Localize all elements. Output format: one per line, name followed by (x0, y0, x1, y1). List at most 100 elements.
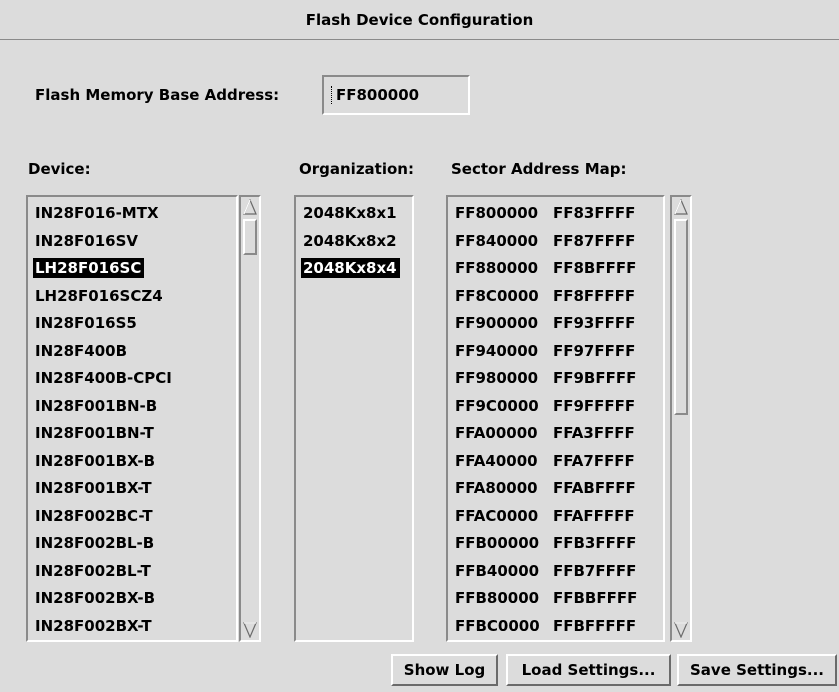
sector-end-address: FFABFFFF (553, 479, 636, 497)
sector-start-address: FF880000 (455, 259, 539, 277)
sector-end-address: FFBFFFFF (553, 616, 637, 635)
sector-end-address: FF93FFFF (553, 314, 636, 332)
list-item-label: 2048Kx8x4 (301, 258, 400, 278)
list-item[interactable]: 2048Kx8x1 (296, 200, 412, 228)
list-item[interactable]: 2048Kx8x2 (296, 228, 412, 256)
list-item[interactable]: FF900000 FF93FFFF (448, 310, 663, 338)
list-item[interactable]: IN28F002BL-T (28, 558, 236, 586)
list-item[interactable]: LH28F016SC (28, 255, 236, 283)
list-item[interactable]: IN28F016-MTX (28, 200, 236, 228)
device-label: Device: (28, 160, 91, 178)
sector-end-address: FF9FFFFF (553, 396, 636, 415)
scroll-up-arrow-icon[interactable] (674, 199, 688, 215)
sector-end-address: FFAFFFFF (553, 506, 635, 525)
base-address-label: Flash Memory Base Address: (35, 86, 280, 104)
list-item[interactable]: IN28F016SV (28, 228, 236, 256)
sector-end-address: FF87FFFF (553, 231, 636, 250)
list-item[interactable]: FF8C0000 FF8FFFFF (448, 283, 663, 311)
save-settings-button[interactable]: Save Settings... (677, 654, 837, 686)
list-item[interactable]: LH28F016SCZ4 (28, 283, 236, 311)
list-item[interactable]: IN28F001BX-B (28, 448, 236, 476)
list-item[interactable]: 2048Kx8x4 (296, 255, 412, 283)
list-item[interactable]: FF880000 FF8BFFFF (448, 255, 663, 283)
scroll-down-arrow-icon[interactable] (243, 622, 257, 638)
device-scroll-thumb[interactable] (243, 219, 257, 255)
list-item[interactable]: FF840000 FF87FFFF (448, 228, 663, 256)
list-item[interactable]: FF980000 FF9BFFFF (448, 365, 663, 393)
list-item[interactable]: IN28F001BX-T (28, 475, 236, 503)
device-list[interactable]: IN28F016-MTX IN28F016SV LH28F016SC LH28F016… (26, 195, 238, 642)
sector-end-address: FFB3FFFF (553, 534, 637, 552)
list-item-label: IN28F001BX-B (35, 451, 155, 470)
base-address-field[interactable]: FF800000 (322, 75, 470, 115)
device-list-scrollbar[interactable] (239, 195, 261, 642)
sector-end-address: FF97FFFF (553, 341, 636, 360)
scroll-down-arrow-icon[interactable] (674, 622, 688, 638)
sector-start-address: FFA80000 (455, 479, 538, 497)
sector-end-address: FFB7FFFF (553, 561, 637, 580)
sector-start-address: FF8C0000 (455, 286, 539, 305)
sector-end-address: FF83FFFF (553, 204, 636, 222)
list-item[interactable]: IN28F001BN-T (28, 420, 236, 448)
list-item[interactable]: FF940000 FF97FFFF (448, 338, 663, 366)
list-item-label: IN28F001BN-B (35, 396, 158, 415)
list-item-label: IN28F002BX-T (35, 616, 152, 635)
scroll-up-arrow-icon[interactable] (243, 199, 257, 215)
show-log-button[interactable]: Show Log (391, 654, 498, 686)
list-item[interactable]: FFB00000 FFB3FFFF (448, 530, 663, 558)
list-item[interactable]: FFA00000 FFA3FFFF (448, 420, 663, 448)
list-item[interactable]: FFB80000 FFBBFFFF (448, 585, 663, 613)
list-item[interactable]: IN28F002BC-T (28, 503, 236, 531)
sector-map-list[interactable]: FF800000 FF83FFFF FF840000 FF87FFFF FF880000… (446, 195, 665, 642)
list-item[interactable]: FFB40000 FFB7FFFF (448, 558, 663, 586)
sector-end-address: FFBBFFFF (553, 589, 638, 607)
sector-end-address: FFA7FFFF (553, 451, 635, 470)
sector-start-address: FF840000 (455, 231, 539, 250)
list-item-label: 2048Kx8x2 (303, 231, 397, 250)
sector-start-address: FF980000 (455, 369, 539, 387)
sector-start-address: FF900000 (455, 314, 539, 332)
list-item-label: IN28F002BL-T (35, 561, 151, 580)
sector-end-address: FF9BFFFF (553, 369, 637, 387)
list-item-label: IN28F002BC-T (35, 506, 153, 525)
load-settings-button[interactable]: Load Settings... (506, 654, 671, 686)
window-title: Flash Device Configuration (305, 10, 534, 29)
list-item[interactable]: IN28F002BL-B (28, 530, 236, 558)
list-item-label: IN28F002BX-B (35, 589, 155, 607)
list-item-label: IN28F400B-CPCI (35, 369, 172, 387)
list-item[interactable]: FFA80000 FFABFFFF (448, 475, 663, 503)
sector-scroll-thumb[interactable] (674, 219, 688, 415)
list-item[interactable]: IN28F002BX-T (28, 613, 236, 641)
list-item[interactable]: FFA40000 FFA7FFFF (448, 448, 663, 476)
sector-start-address: FFAC0000 (455, 506, 539, 525)
list-item[interactable]: FFBC0000 FFBFFFFF (448, 613, 663, 641)
list-item[interactable]: IN28F016S5 (28, 310, 236, 338)
list-item-label: IN28F016S5 (35, 314, 137, 332)
list-item[interactable]: FF800000 FF83FFFF (448, 200, 663, 228)
organization-label: Organization: (299, 160, 414, 178)
sector-end-address: FF8FFFFF (553, 286, 636, 305)
list-item[interactable]: FF9C0000 FF9FFFFF (448, 393, 663, 421)
list-item-label: LH28F016SC (33, 258, 145, 278)
list-item[interactable]: IN28F001BN-B (28, 393, 236, 421)
sector-map-scrollbar[interactable] (670, 195, 692, 642)
organization-list[interactable]: 2048Kx8x1 2048Kx8x2 2048Kx8x4 (294, 195, 414, 642)
list-item[interactable]: IN28F400B (28, 338, 236, 366)
list-item-label: IN28F001BN-T (35, 424, 154, 442)
window-title-bar: Flash Device Configuration (0, 0, 839, 40)
list-item[interactable]: IN28F002BX-B (28, 585, 236, 613)
sector-start-address: FFA40000 (455, 451, 538, 470)
text-caret (331, 86, 334, 104)
list-item-label: LH28F016SCZ4 (35, 286, 163, 305)
sector-end-address: FFA3FFFF (553, 424, 635, 442)
sector-start-address: FFB40000 (455, 561, 540, 580)
list-item-label: IN28F400B (35, 341, 127, 360)
list-item[interactable]: FFAC0000 FFAFFFFF (448, 503, 663, 531)
list-item-label: IN28F001BX-T (35, 479, 152, 497)
sector-start-address: FFA00000 (455, 424, 538, 442)
list-item[interactable]: IN28F400B-CPCI (28, 365, 236, 393)
sector-start-address: FF800000 (455, 204, 539, 222)
sector-start-address: FF9C0000 (455, 396, 539, 415)
sector-start-address: FFB80000 (455, 589, 540, 607)
sector-start-address: FFB00000 (455, 534, 540, 552)
